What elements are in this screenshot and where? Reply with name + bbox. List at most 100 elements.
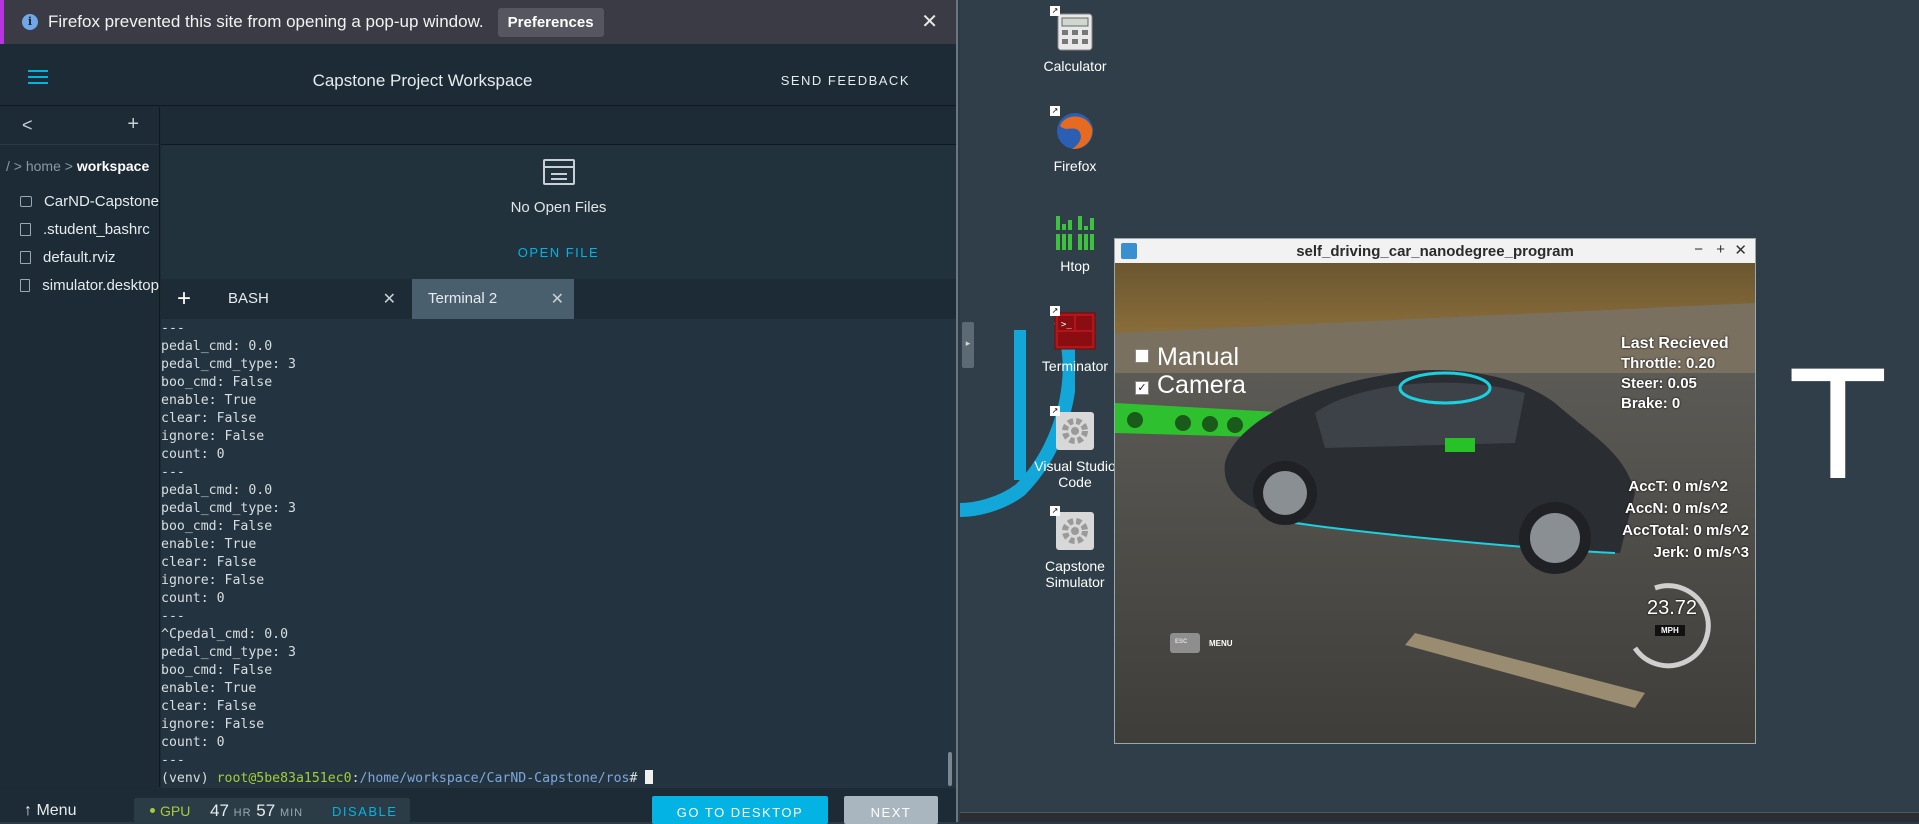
desktop-icon-firefox[interactable]: ↗ Firefox [1020, 106, 1130, 174]
terminal-line: boo_cmd: False [161, 375, 273, 390]
new-terminal-icon[interactable]: + [177, 285, 191, 313]
add-file-icon[interactable]: + [127, 113, 139, 136]
minutes-unit: MIN [279, 807, 304, 819]
file-icon [20, 250, 31, 264]
shortcut-arrow-icon: ↗ [1050, 6, 1060, 16]
file-icon [20, 222, 31, 236]
breadcrumb-separator: > [13, 158, 22, 174]
large-text-fragment: T [1792, 340, 1884, 514]
editor-tab-strip [161, 107, 956, 145]
file-item-simulator-desktop[interactable]: simulator.desktop [0, 271, 159, 299]
terminal-line: ^Cpedal_cmd: 0.0 [161, 627, 289, 642]
editor-area: No Open Files OPEN FILE [161, 107, 956, 279]
hours-unit: HR [233, 807, 252, 819]
breadcrumb-root[interactable]: / [6, 158, 10, 174]
menu-label[interactable]: MENU [1209, 639, 1233, 648]
popup-message: Firefox prevented this site from opening… [48, 12, 484, 31]
simulator-title-bar[interactable]: self_driving_car_nanodegree_program − + … [1115, 239, 1755, 263]
disable-gpu-button[interactable]: DISABLE [332, 804, 397, 819]
acctotal-value: AccTotal: 0 m/s^2 [1622, 522, 1749, 539]
file-item-carnd-capstone[interactable]: CarND-Capstone [0, 187, 159, 215]
desktop-icon-label: Calculator [1043, 58, 1107, 74]
chevron-left-icon[interactable]: < [22, 115, 33, 136]
file-sidebar: < + / > home > workspace CarND-Capstone … [0, 107, 160, 787]
go-to-desktop-button[interactable]: GO TO DESKTOP [652, 796, 828, 824]
terminal-tabs: + BASH ✕ Terminal 2 ✕ [161, 279, 956, 319]
gear-icon: ↗ [1050, 406, 1096, 452]
terminator-icon: ↗ >_ [1050, 306, 1096, 352]
manual-label: Manual [1157, 343, 1239, 371]
arrow-up-icon: ↑ [24, 802, 37, 819]
menu-button[interactable]: ↑ Menu [24, 802, 76, 820]
file-item-default-rviz[interactable]: default.rviz [0, 243, 159, 271]
firefox-icon: ↗ [1050, 106, 1096, 152]
status-dot-icon [150, 808, 155, 813]
close-tab-icon[interactable]: ✕ [551, 289, 564, 309]
prompt-suffix: # [629, 771, 646, 786]
terminal-line: ignore: False [161, 573, 265, 588]
popup-blocked-bar: i Firefox prevented this site from openi… [0, 0, 956, 44]
terminal-line: clear: False [161, 555, 257, 570]
terminal-scrollbar[interactable] [948, 752, 952, 786]
terminal-line: enable: True [161, 681, 257, 696]
workspace-window: i Firefox prevented this site from openi… [0, 0, 958, 824]
maximize-icon[interactable]: + [1716, 241, 1725, 258]
terminal-line: ignore: False [161, 717, 265, 732]
terminal-line: count: 0 [161, 735, 225, 750]
terminal-line: pedal_cmd: 0.0 [161, 339, 273, 354]
manual-checkbox[interactable]: Manual [1135, 343, 1239, 372]
tab-label: Terminal 2 [428, 290, 498, 307]
close-icon[interactable]: ✕ [1734, 241, 1747, 259]
terminal-prompt[interactable]: (venv) root@5be83a151ec0:/home/workspace… [161, 770, 956, 788]
minimize-icon[interactable]: − [1694, 241, 1703, 258]
file-label: default.rviz [43, 248, 116, 266]
terminal-output[interactable]: --- pedal_cmd: 0.0 pedal_cmd_type: 3 boo_cm… [161, 319, 956, 788]
file-label: .student_bashrc [43, 220, 150, 238]
close-icon[interactable]: ✕ [921, 9, 938, 34]
svg-text:>_: >_ [1061, 320, 1072, 330]
open-file-button[interactable]: OPEN FILE [161, 245, 956, 260]
prompt-colon: : [351, 771, 360, 786]
close-tab-icon[interactable]: ✕ [383, 289, 396, 309]
esc-button[interactable]: ESC [1175, 639, 1187, 645]
preferences-button[interactable]: Preferences [497, 7, 604, 37]
tab-terminal-2[interactable]: Terminal 2 ✕ [412, 279, 574, 319]
text-cursor [645, 770, 654, 784]
terminal-line: pedal_cmd_type: 3 [161, 645, 296, 660]
terminal-line: enable: True [161, 393, 257, 408]
simulator-window[interactable]: self_driving_car_nanodegree_program − + … [1114, 238, 1756, 744]
camera-checkbox[interactable]: ✓ Camera [1135, 371, 1246, 400]
checkbox-box [1135, 349, 1149, 363]
tab-bash[interactable]: BASH ✕ [206, 279, 406, 319]
desktop-icon-calculator[interactable]: ↗ Calculator [1020, 6, 1130, 74]
prompt-path: /home/workspace/CarND-Capstone/ros [359, 771, 630, 786]
terminal-line: enable: True [161, 537, 257, 552]
terminal-line: clear: False [161, 411, 257, 426]
breadcrumb-separator: > [64, 158, 73, 174]
shortcut-arrow-icon: ↗ [1050, 406, 1060, 416]
send-feedback-button[interactable]: SEND FEEDBACK [781, 73, 910, 88]
breadcrumb: / > home > workspace [0, 145, 159, 187]
acct-value: AccT: 0 m/s^2 [1628, 478, 1728, 495]
terminal-line: --- [161, 609, 185, 624]
simulator-title: self_driving_car_nanodegree_program [1296, 243, 1574, 260]
file-label: simulator.desktop [42, 276, 159, 294]
terminal-line: clear: False [161, 699, 257, 714]
no-files-icon [543, 159, 575, 185]
panel-handle[interactable]: ▸ [962, 322, 974, 368]
desktop-taskbar[interactable] [960, 812, 1919, 822]
next-button[interactable]: NEXT [844, 796, 938, 824]
terminal-line: ignore: False [161, 429, 265, 444]
desktop-icon-label: Firefox [1053, 158, 1097, 174]
file-item-student-bashrc[interactable]: .student_bashrc [0, 215, 159, 243]
gpu-label: GPU [160, 803, 191, 819]
breadcrumb-home[interactable]: home [26, 158, 61, 174]
speed-unit: MPH [1655, 625, 1685, 636]
gpu-status: GPU 47 HR 57 MIN DISABLE [134, 798, 410, 822]
steer-value: Steer: 0.05 [1621, 375, 1697, 392]
simulator-viewport[interactable]: Manual ✓ Camera Last Recieved Throttle: 0… [1115, 263, 1755, 743]
app-header: Capstone Project Workspace SEND FEEDBACK [0, 44, 956, 106]
footer-bar: ↑ Menu GPU 47 HR 57 MIN DISABLE GO TO DE… [0, 788, 956, 824]
terminal-line: boo_cmd: False [161, 663, 273, 678]
no-open-files-text: No Open Files [510, 199, 607, 216]
